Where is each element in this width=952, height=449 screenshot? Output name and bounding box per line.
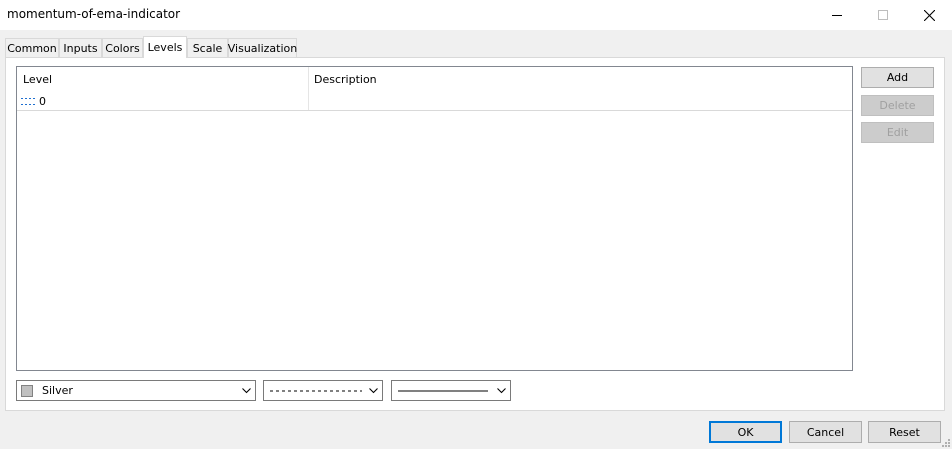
minimize-button[interactable]: [814, 0, 860, 30]
tab-common[interactable]: Common: [5, 38, 59, 57]
row-divider: [17, 110, 852, 111]
color-select-value: Silver: [42, 384, 73, 397]
chevron-down-icon: [497, 388, 506, 394]
close-button[interactable]: [906, 0, 952, 30]
chevron-down-icon: [369, 388, 378, 394]
resize-grip-icon[interactable]: [941, 438, 951, 448]
column-header-level[interactable]: Level: [17, 67, 308, 91]
ok-button[interactable]: OK: [709, 421, 782, 443]
minimize-icon: [832, 15, 842, 16]
tab-colors[interactable]: Colors: [102, 38, 143, 57]
column-divider: [308, 67, 309, 110]
tab-visualization[interactable]: Visualization: [228, 38, 297, 57]
reset-button[interactable]: Reset: [868, 421, 941, 443]
levels-list[interactable]: Level Description 0: [16, 66, 853, 371]
chevron-down-icon: [242, 388, 251, 394]
line-style-select[interactable]: [263, 380, 383, 401]
tab-inputs[interactable]: Inputs: [59, 38, 102, 57]
dotted-line-icon: [21, 92, 35, 110]
cancel-button[interactable]: Cancel: [789, 421, 862, 443]
maximize-icon: [878, 10, 888, 20]
level-value: 0: [39, 94, 46, 108]
color-swatch: [21, 384, 33, 397]
add-button[interactable]: Add: [861, 67, 934, 88]
close-icon: [923, 9, 935, 21]
solid-line-icon: [398, 390, 488, 391]
maximize-button[interactable]: [860, 0, 906, 30]
tab-levels[interactable]: Levels: [143, 36, 187, 58]
title-bar: momentum-of-ema-indicator: [0, 0, 952, 30]
window-title: momentum-of-ema-indicator: [7, 7, 181, 21]
tab-scale[interactable]: Scale: [187, 38, 228, 57]
dashed-line-icon: [270, 390, 362, 391]
column-header-description[interactable]: Description: [308, 67, 852, 91]
edit-button[interactable]: Edit: [861, 122, 934, 143]
delete-button[interactable]: Delete: [861, 95, 934, 116]
color-select[interactable]: Silver: [16, 380, 256, 401]
line-width-select[interactable]: [391, 380, 511, 401]
